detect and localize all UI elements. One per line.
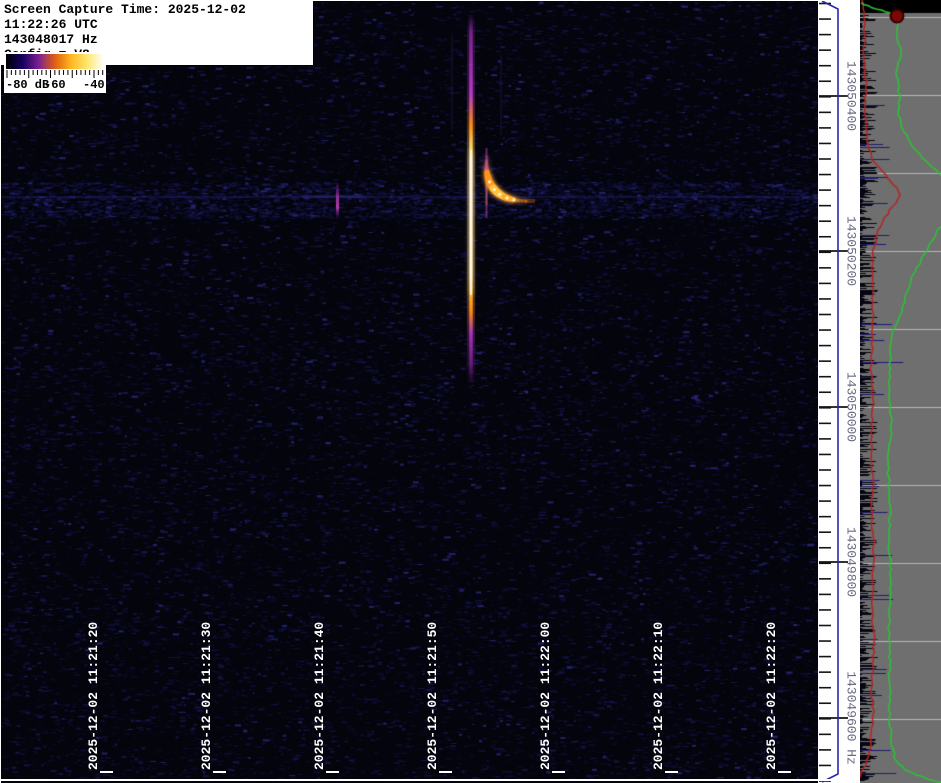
freq-label: 143049800: [843, 526, 859, 598]
colorbar-label-min: -80 dB: [6, 78, 50, 92]
time-label: 2025-12-02 11:22:10: [651, 621, 666, 770]
colorbar-legend: -80 dB -60 -40: [4, 52, 106, 93]
time-label: 2025-12-02 11:22:20: [764, 621, 779, 770]
time-tick: [213, 771, 226, 773]
time-tick: [552, 771, 565, 773]
top-border: [0, 0, 860, 1]
colorbar-label-max: -40: [83, 78, 105, 92]
frequency-text: 143048017 Hz: [4, 32, 98, 47]
capture-time-text: Screen Capture Time: 2025-12-02 11:22:26…: [4, 2, 246, 32]
time-tick: [439, 771, 452, 773]
left-border: [0, 0, 1, 783]
time-label: 2025-12-02 11:21:30: [199, 621, 214, 770]
time-label: 2025-12-02 11:21:20: [86, 621, 101, 770]
time-tick: [326, 771, 339, 773]
freq-label: 143050400: [843, 60, 859, 132]
spectrogram-waterfall: [0, 0, 818, 783]
time-label: 2025-12-02 11:21:50: [425, 621, 440, 770]
spectrum-side-panel: [860, 0, 941, 783]
freq-label: 143050200: [843, 215, 859, 287]
time-tick: [100, 771, 113, 773]
time-tick: [778, 771, 791, 773]
colorbar-label-mid: -60: [44, 78, 66, 92]
time-label: 2025-12-02 11:21:40: [312, 621, 327, 770]
spectrogram-screen-capture: 2025-12-02 11:21:102025-12-02 11:21:2020…: [0, 0, 941, 783]
colorbar-gradient: [6, 54, 104, 69]
frequency-axis: 143050400 143050200 143050000 143049800 1430…: [818, 0, 860, 783]
freq-label: 143050000: [843, 371, 859, 443]
time-tick: [665, 771, 678, 773]
freq-label: 143049600 Hz: [843, 671, 859, 765]
bottom-border: [0, 779, 860, 781]
time-label: 2025-12-02 11:22:00: [538, 621, 553, 770]
